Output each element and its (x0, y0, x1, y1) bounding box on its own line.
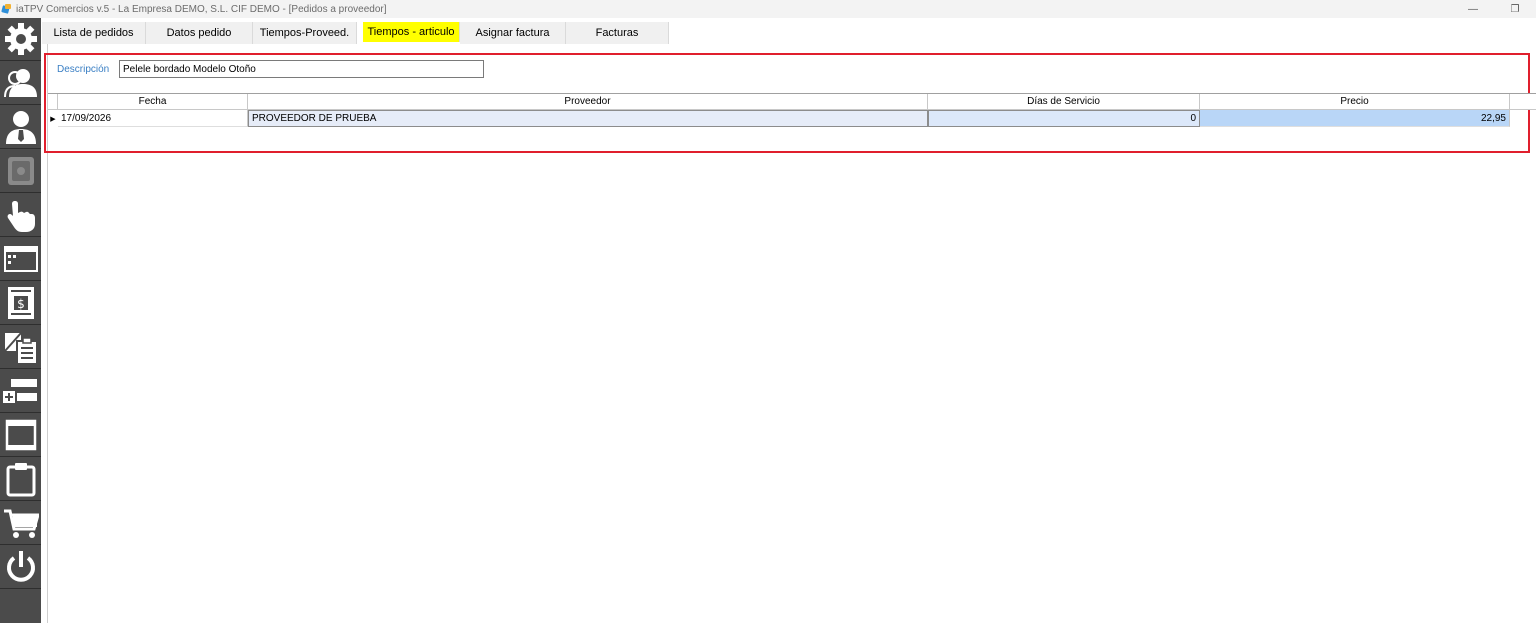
tab-bar: Lista de pedidos Datos pedido Tiempos-Pr… (42, 22, 669, 44)
sidebar-item-purchases[interactable] (0, 502, 41, 545)
table-row[interactable]: ▶ 17/09/2026 PROVEEDOR DE PRUEBA 0 22,95 (48, 110, 1536, 127)
description-label: Descripción (57, 64, 110, 75)
tab-lista-pedidos[interactable]: Lista de pedidos (42, 22, 146, 44)
title-bar: iaTPV Comercios v.5 - La Empresa DEMO, S… (0, 0, 1536, 18)
times-grid: Fecha Proveedor Días de Servicio Precio … (48, 93, 1536, 127)
sidebar: $ (0, 18, 41, 623)
tab-datos-pedido[interactable]: Datos pedido (146, 22, 253, 44)
sidebar-item-clients[interactable] (0, 62, 41, 105)
grid-header: Fecha Proveedor Días de Servicio Precio (48, 93, 1536, 110)
sidebar-item-documents[interactable] (0, 414, 41, 457)
cell-fecha[interactable]: 17/09/2026 (58, 110, 248, 127)
sidebar-item-exit[interactable] (0, 546, 41, 589)
svg-text:$: $ (17, 297, 25, 311)
document-list-icon (5, 419, 36, 451)
sidebar-item-copy[interactable] (0, 326, 41, 369)
sidebar-item-employees[interactable] (0, 106, 41, 149)
column-header-precio[interactable]: Precio (1200, 94, 1510, 109)
copy-clipboard-icon (3, 332, 38, 365)
tab-asignar-factura[interactable]: Asignar factura (460, 22, 566, 44)
cell-dias-servicio[interactable]: 0 (928, 110, 1200, 127)
users-icon (3, 69, 37, 98)
column-header-dias[interactable]: Días de Servicio (928, 94, 1200, 109)
hand-pointer-icon (7, 201, 35, 232)
sidebar-item-touch[interactable] (0, 194, 41, 237)
sidebar-item-clipboard[interactable] (0, 458, 41, 501)
power-icon (6, 551, 35, 582)
safe-icon (7, 157, 34, 185)
clipboard-icon (6, 463, 35, 497)
minimize-button[interactable]: — (1452, 0, 1494, 18)
tab-tiempos-articulo[interactable]: Tiempos - articulo (363, 22, 460, 42)
tab-facturas[interactable]: Facturas (566, 22, 669, 44)
app-logo-icon (2, 4, 12, 14)
gear-icon (4, 23, 37, 55)
restore-button[interactable]: ❐ (1494, 0, 1536, 18)
sidebar-item-settings[interactable] (0, 18, 41, 61)
sidebar-item-window[interactable] (0, 238, 41, 281)
sidebar-item-invoices[interactable]: $ (0, 282, 41, 325)
cart-icon (3, 509, 39, 538)
column-header-fecha[interactable]: Fecha (58, 94, 248, 109)
window-icon (3, 246, 38, 272)
user-tie-icon (5, 111, 36, 144)
tab-tiempos-proveed[interactable]: Tiempos-Proveed. (253, 22, 357, 44)
invoice-dollar-icon: $ (7, 287, 34, 319)
add-row-icon (2, 379, 37, 403)
sidebar-item-add[interactable] (0, 370, 41, 413)
window-controls: — ❐ (1452, 0, 1536, 18)
description-field[interactable] (119, 60, 484, 78)
sidebar-item-cash[interactable] (0, 150, 41, 193)
window-title: iaTPV Comercios v.5 - La Empresa DEMO, S… (16, 3, 387, 15)
column-header-proveedor[interactable]: Proveedor (248, 94, 928, 109)
cell-precio[interactable]: 22,95 (1200, 110, 1510, 127)
row-indicator-header (48, 94, 58, 109)
cell-proveedor[interactable]: PROVEEDOR DE PRUEBA (248, 110, 928, 127)
current-row-arrow-icon: ▶ (50, 115, 56, 123)
